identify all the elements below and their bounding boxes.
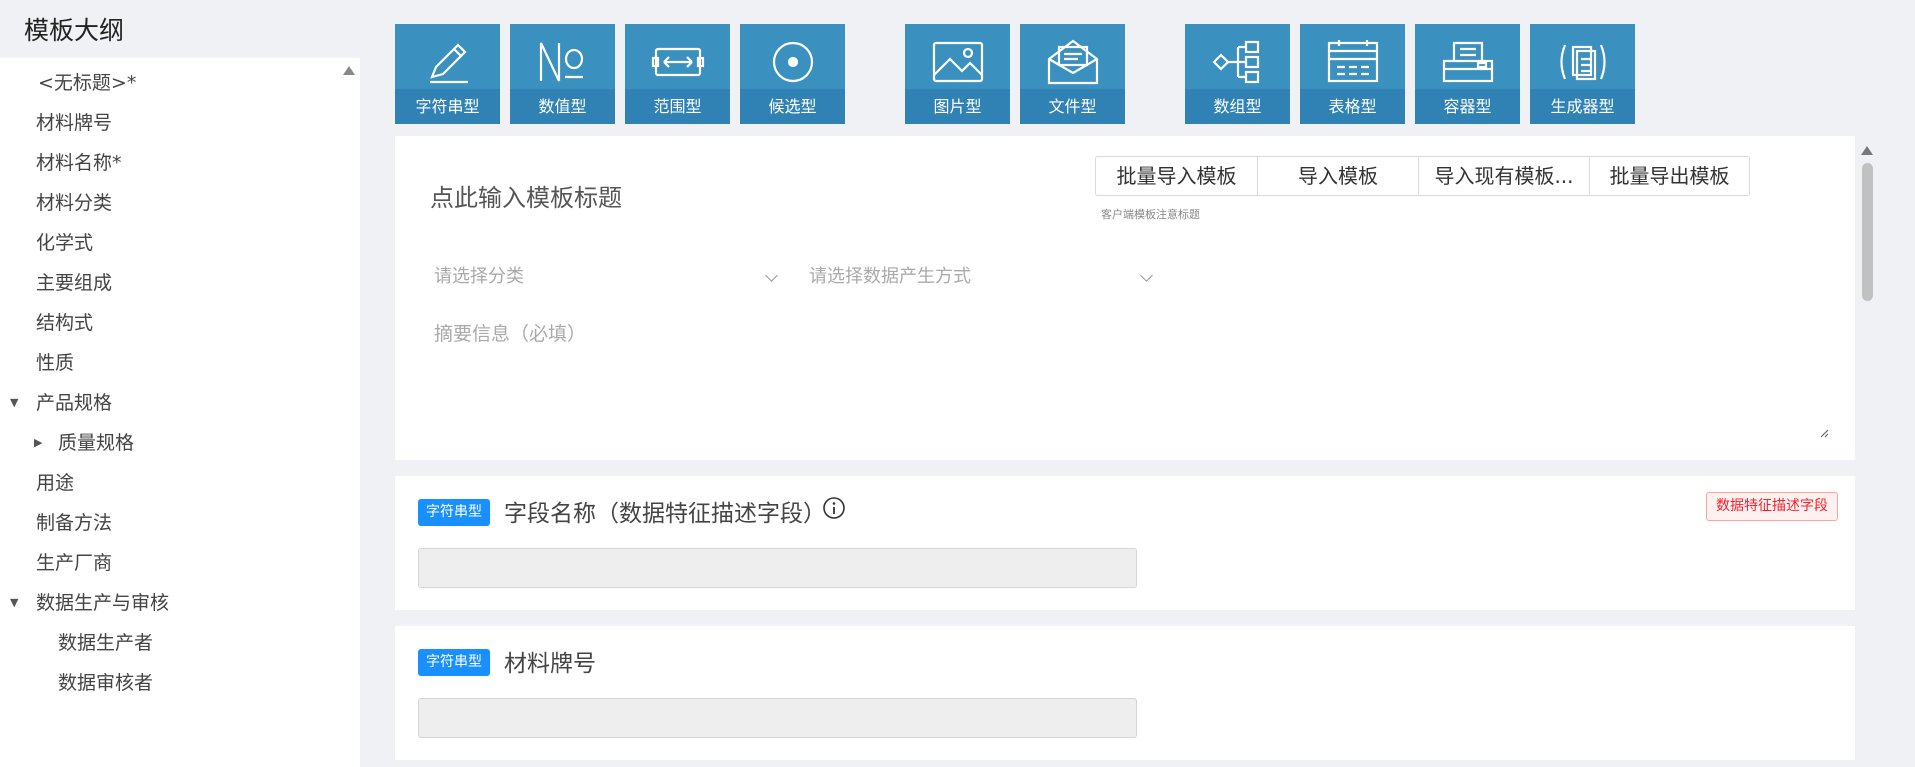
tool-string[interactable]: 字符串型 (395, 24, 500, 124)
tool-container[interactable]: 容器型 (1415, 24, 1520, 124)
tool-table[interactable]: 表格型 (1300, 24, 1405, 124)
type-tag: 字符串型 (418, 649, 490, 676)
data-method-select[interactable]: 请选择数据产生方式 (809, 262, 1153, 292)
outline-item-preparation[interactable]: 制备方法 (36, 508, 112, 538)
caret-down-icon[interactable]: ▼ (10, 588, 18, 618)
tool-label: 数组型 (1185, 89, 1290, 124)
category-select[interactable]: 请选择分类 (434, 262, 778, 292)
sidebar-scroll-up-arrow[interactable] (343, 66, 355, 75)
field-card: 字符串型 字段名称（数据特征描述字段） 数据特征描述字段 (395, 476, 1855, 610)
tool-generator[interactable]: 生成器型 (1530, 24, 1635, 124)
chevron-down-icon (765, 269, 778, 282)
table-icon (1300, 34, 1405, 90)
tool-file[interactable]: 文件型 (1020, 24, 1125, 124)
caret-right-icon[interactable]: ▶ (34, 428, 42, 458)
outline-item-untitled[interactable]: <无标题>* (38, 68, 136, 98)
pencil-icon (395, 34, 500, 90)
array-icon (1185, 34, 1290, 90)
field-card: 字符串型 材料牌号 (395, 626, 1855, 760)
resize-handle-icon[interactable] (1819, 428, 1829, 438)
caret-down-icon[interactable]: ▼ (10, 388, 18, 418)
outline-item-properties[interactable]: 性质 (36, 348, 74, 378)
template-title-input[interactable]: 点此输入模板标题 (430, 178, 622, 213)
outline-item-structure[interactable]: 结构式 (36, 308, 93, 338)
outline-item-manufacturer[interactable]: 生产厂商 (36, 548, 112, 578)
hint-text: 客户端模板注意标题 (1101, 208, 1200, 221)
tool-number[interactable]: 数值型 (510, 24, 615, 124)
import-export-buttons: 批量导入模板 导入模板 导入现有模板... 批量导出模板 (1095, 156, 1750, 196)
batch-export-button[interactable]: 批量导出模板 (1589, 157, 1749, 195)
outline-item-data-production[interactable]: ▼ 数据生产与审核 (10, 588, 169, 618)
file-icon (1020, 34, 1125, 90)
tool-option[interactable]: 候选型 (740, 24, 845, 124)
tool-range[interactable]: 范围型 (625, 24, 730, 124)
tool-label: 表格型 (1300, 89, 1405, 124)
outline-item-composition[interactable]: 主要组成 (36, 268, 112, 298)
tool-label: 生成器型 (1530, 89, 1635, 124)
outline-item-data-reviewer[interactable]: 数据审核者 (58, 668, 153, 698)
batch-import-button[interactable]: 批量导入模板 (1096, 157, 1257, 195)
outline-item-data-producer[interactable]: 数据生产者 (58, 628, 153, 658)
type-tag: 字符串型 (418, 499, 490, 526)
field-title[interactable]: 字段名称（数据特征描述字段） (504, 494, 826, 528)
tool-label: 容器型 (1415, 89, 1520, 124)
info-icon[interactable] (822, 496, 846, 520)
numero-icon (510, 34, 615, 90)
import-template-button[interactable]: 导入模板 (1257, 157, 1418, 195)
tool-label: 字符串型 (395, 89, 500, 124)
tool-label: 数值型 (510, 89, 615, 124)
summary-textarea[interactable]: 摘要信息（必填） (434, 319, 586, 346)
outline-item-formula[interactable]: 化学式 (36, 228, 93, 258)
image-icon (905, 34, 1010, 90)
chevron-down-icon (1140, 269, 1153, 282)
generator-icon (1530, 34, 1635, 90)
tool-label: 候选型 (740, 89, 845, 124)
field-title[interactable]: 材料牌号 (504, 644, 596, 678)
outline-item-usage[interactable]: 用途 (36, 468, 74, 498)
outline-item-name[interactable]: 材料名称* (36, 148, 122, 178)
template-header-card: 点此输入模板标题 批量导入模板 导入模板 导入现有模板... 批量导出模板 客户… (395, 136, 1855, 460)
tool-label: 文件型 (1020, 89, 1125, 124)
data-method-placeholder: 请选择数据产生方式 (809, 266, 971, 287)
field-value-input[interactable] (418, 698, 1137, 738)
outline-sidebar: 模板大纲 <无标题>* 材料牌号 材料名称* 材料分类 化学式 主要组成 结构式… (0, 0, 360, 767)
category-placeholder: 请选择分类 (434, 266, 524, 287)
container-icon (1415, 34, 1520, 90)
tool-image[interactable]: 图片型 (905, 24, 1010, 124)
outline-item-category[interactable]: 材料分类 (36, 188, 112, 218)
tool-array[interactable]: 数组型 (1185, 24, 1290, 124)
outline-item-quality-spec[interactable]: ▶ 质量规格 (34, 428, 134, 458)
scroll-up-arrow[interactable] (1861, 146, 1873, 155)
sidebar-title: 模板大纲 (0, 0, 360, 58)
outline-item-product-spec[interactable]: ▼ 产品规格 (10, 388, 112, 418)
feature-field-badge: 数据特征描述字段 (1706, 492, 1838, 521)
tool-label: 图片型 (905, 89, 1010, 124)
radio-icon (740, 34, 845, 90)
import-existing-button[interactable]: 导入现有模板... (1418, 157, 1589, 195)
outline-item-grade[interactable]: 材料牌号 (36, 108, 112, 138)
range-icon (625, 34, 730, 90)
field-value-input[interactable] (418, 548, 1137, 588)
tool-label: 范围型 (625, 89, 730, 124)
scrollbar-thumb[interactable] (1862, 163, 1873, 301)
